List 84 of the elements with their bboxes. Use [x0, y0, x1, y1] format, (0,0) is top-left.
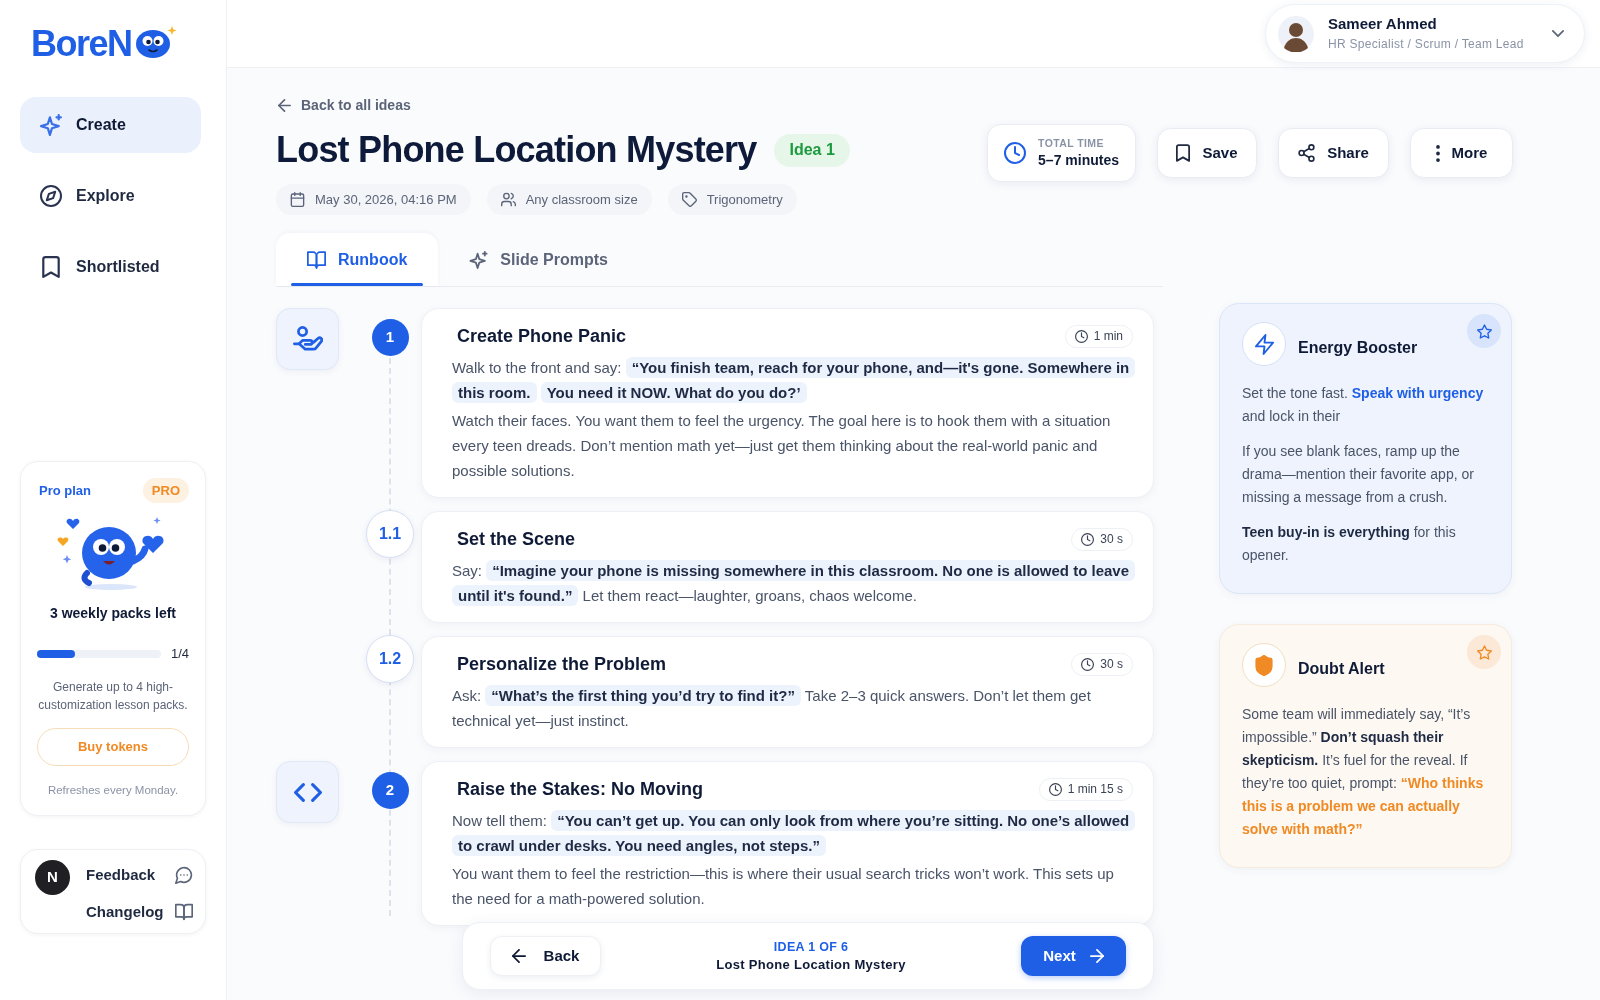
duration-text: 30 s: [1100, 656, 1123, 673]
step-title: Set the Scene: [456, 528, 576, 551]
save-button[interactable]: Save: [1157, 128, 1257, 178]
people-icon: [500, 192, 516, 207]
chip-label: May 30, 2026, 04:16 PM: [315, 190, 457, 209]
nav-item[interactable]: Shortlisted: [20, 239, 201, 295]
nav-item[interactable]: Explore: [20, 168, 201, 224]
step-instruction: Walk to the front and say: “You finish team, reach for your phone, and—it's gone. Somewhere in this room. You need it NOW. What do you do?’: [452, 355, 1133, 405]
pager-title: Lost Phone Location Mystery: [716, 956, 906, 974]
plan-badge: PRO: [142, 477, 189, 504]
step-instruction: Now tell them: “You can’t get up. You can only look from where you’re sitting. No one’s allowed to crawl under desks. You need angles, not steps.”: [452, 808, 1133, 858]
duration-text: 1 min 15 s: [1067, 781, 1123, 798]
step-title: Personalize the Problem: [456, 653, 667, 676]
step-title: Create Phone Panic: [456, 325, 627, 348]
step-title: Raise the Stakes: No Moving: [456, 778, 704, 801]
sparkles-icon: [40, 114, 62, 136]
tab[interactable]: Runbook: [276, 233, 439, 286]
favorite-button[interactable]: [1467, 314, 1501, 348]
share-icon: [1298, 144, 1316, 162]
plan-description: Generate up to 4 high-customization lesson packs.: [37, 678, 189, 714]
changelog-link[interactable]: Changelog: [86, 900, 193, 923]
duration-text: 30 s: [1100, 531, 1123, 548]
step-number: 2: [371, 772, 409, 809]
code-icon: [276, 761, 339, 823]
clock-icon: [1081, 657, 1095, 671]
plan-note: Refreshes every Monday.: [47, 782, 179, 798]
tag-icon: [681, 192, 697, 207]
chip-label: Trigonometry: [706, 190, 783, 209]
chip-label: Any classroom size: [525, 190, 638, 209]
step-instruction: Ask: “What’s the first thing you’d try to find it?” Take 2–3 quick answers. Don’t let them get technical yet—just instinct.: [452, 684, 1092, 731]
tip-text: Teen buy-in is everything for this opener.: [1242, 523, 1457, 565]
next-button[interactable]: Next: [1021, 936, 1126, 976]
step-instruction: You want them to feel the restriction—this is where their usual search tricks won’t work. This sets up the need for a math-powered solution.: [452, 864, 1115, 909]
open-book-icon: [175, 902, 193, 921]
sparkles-icon: [469, 250, 489, 269]
share-button[interactable]: Share: [1278, 128, 1389, 178]
step-number: 1: [371, 319, 409, 356]
star-icon: [1476, 644, 1492, 660]
logo-wordmark: BoreN: [31, 26, 132, 62]
tip-text: If you see blank faces, ramp up the drama—mention their favorite app, or missing a message from a crush.: [1242, 442, 1475, 507]
clock-icon: [1074, 329, 1088, 343]
step-number: 1.2: [366, 635, 414, 683]
step-number: 1.1: [366, 510, 414, 558]
page-title: Lost Phone Location Mystery: [276, 128, 757, 172]
chat-bubble-icon: [175, 866, 193, 885]
bookmark-icon: [40, 256, 62, 278]
step-instruction: Watch their faces. You want them to feel the urgency. The goal here is to hook them with a situation every teen dreads. Don’t mention math yet—just get them thinking about the real-world panic and possible solutions.: [452, 411, 1112, 481]
open-book-icon: [307, 250, 326, 269]
chevron-down-icon: [1552, 30, 1564, 37]
duration-text: 1 min: [1093, 328, 1123, 345]
tip-text: Some team will immediately say, “It’s impossible.” Don’t squash their skepticism. It’s fuel for the reveal. If they’re too quiet, prompt: “Who thinks this is a problem we can actually solve with math?”: [1242, 705, 1485, 839]
clock-icon: [1081, 532, 1095, 546]
tip-title: Energy Booster: [1298, 338, 1419, 358]
nav-item[interactable]: Create: [20, 97, 201, 153]
idea-badge: Idea 1: [774, 133, 850, 167]
user-menu-button[interactable]: Sameer Ahmed HR Specialist / Scrum / Team Lead: [1265, 4, 1585, 63]
total-time-label: TOTAL TIME: [1038, 136, 1105, 150]
favorite-button[interactable]: [1467, 635, 1501, 669]
feedback-link[interactable]: Feedback: [86, 864, 193, 887]
lightning-icon: [1242, 322, 1286, 366]
progress-count: 1/4: [170, 645, 189, 664]
arrow-right-icon: [1089, 949, 1104, 963]
avatar-icon: [1278, 15, 1314, 52]
tab[interactable]: Slide Prompts: [438, 233, 639, 286]
clock-icon: [1048, 782, 1062, 796]
clock-icon: [1004, 142, 1027, 164]
back-button[interactable]: Back: [490, 936, 601, 976]
pager-position: IDEA 1 OF 6: [773, 939, 849, 956]
star-icon: [1476, 323, 1492, 339]
total-time-value: 5–7 minutes: [1038, 151, 1119, 170]
tip-title: Doubt Alert: [1298, 659, 1386, 679]
calendar-icon: [290, 192, 305, 207]
plan-title: Pro plan: [38, 481, 91, 500]
vertical-dots-icon: [1435, 144, 1440, 162]
packs-left-text: 3 weekly packs left: [49, 604, 177, 624]
hand-icon: [276, 308, 339, 370]
compass-icon: [40, 185, 62, 207]
avatar-initial: N: [35, 860, 70, 895]
step-instruction: Say: “Imagine your phone is missing somewhere in this classroom. No one is allowed to leave until it's found.” Let them react—laughter, groans, chaos welcome.: [452, 558, 1133, 608]
bookmark-icon: [1176, 144, 1191, 162]
back-link[interactable]: Back to all ideas: [276, 96, 411, 114]
more-button[interactable]: More: [1410, 128, 1513, 178]
tip-text: Set the tone fast. Speak with urgency and lock in their: [1242, 384, 1485, 426]
shield-icon: [1242, 643, 1286, 687]
